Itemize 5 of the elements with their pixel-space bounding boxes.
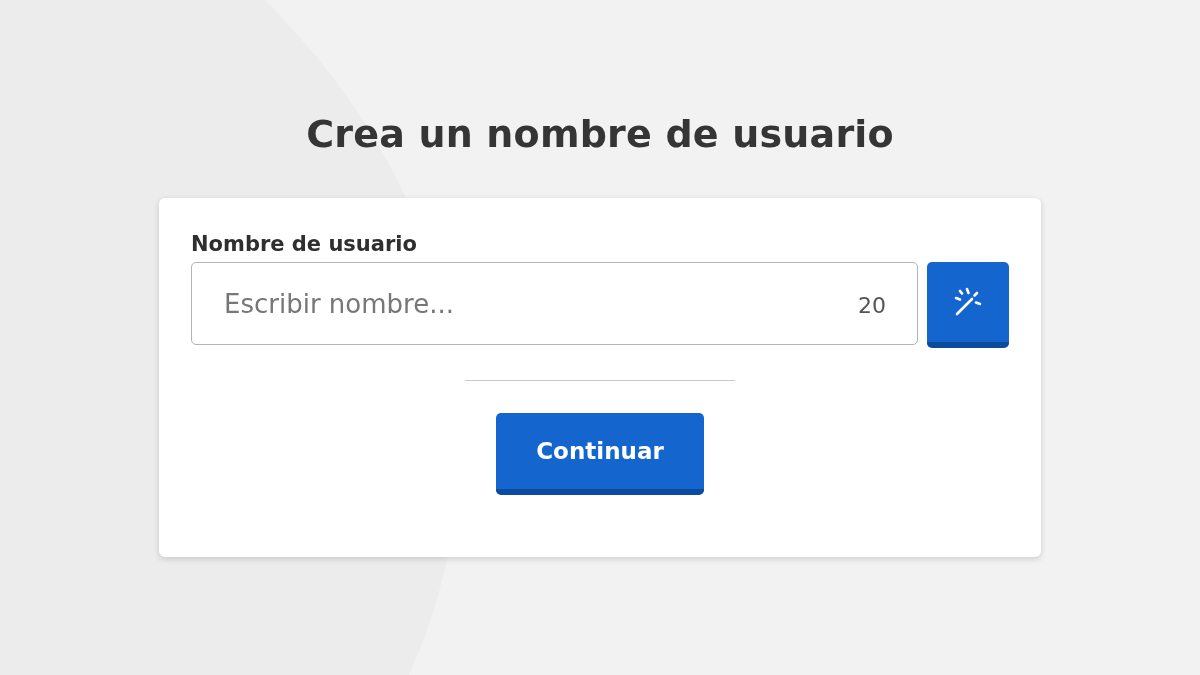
continue-button[interactable]: Continuar	[496, 413, 704, 495]
character-counter: 20	[858, 292, 886, 318]
field-label: Nombre de usuario	[191, 232, 417, 256]
page-title: Crea un nombre de usuario	[306, 112, 894, 156]
generate-name-button[interactable]	[927, 262, 1009, 348]
